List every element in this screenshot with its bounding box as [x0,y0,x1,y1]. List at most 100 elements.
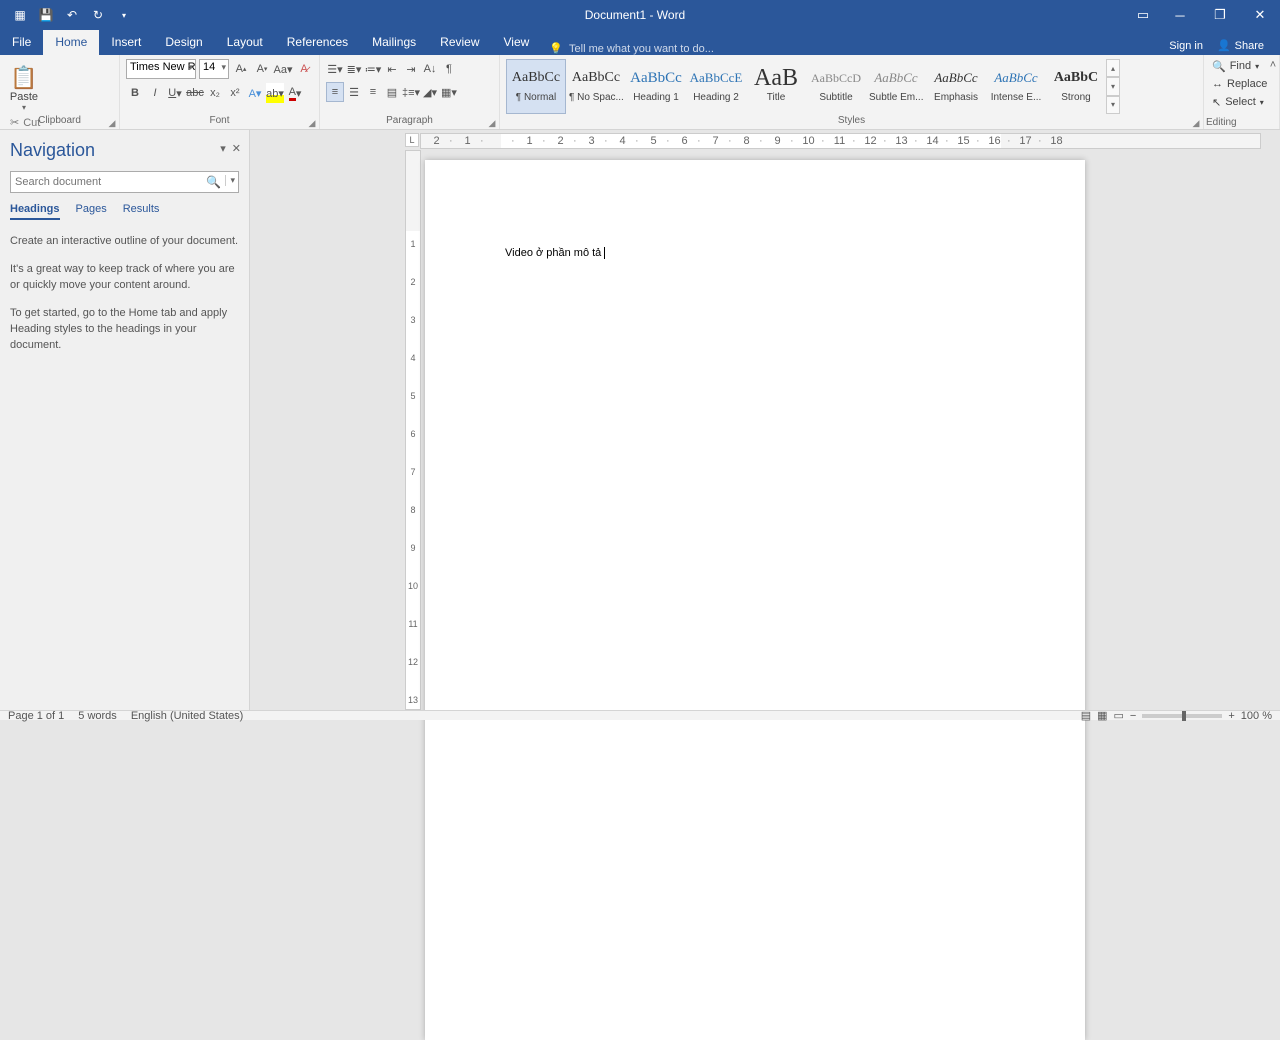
style-emphasis[interactable]: AaBbCcEmphasis [926,59,986,114]
justify-button[interactable]: ▤ [383,82,401,102]
highlight-button[interactable]: ab▾ [266,83,284,103]
font-name-combo[interactable]: Times New Ro [126,59,196,79]
italic-button[interactable]: I [146,83,164,103]
clipboard-launcher[interactable]: ◢ [107,118,117,128]
style---no-spac---[interactable]: AaBbCc¶ No Spac... [566,59,626,114]
paragraph-launcher[interactable]: ◢ [487,118,497,128]
zoom-slider[interactable] [1142,714,1222,718]
tab-review[interactable]: Review [428,30,491,55]
tab-file[interactable]: File [0,30,43,55]
style-gallery[interactable]: AaBbCc¶ NormalAaBbCc¶ No Spac...AaBbCcHe… [506,59,1197,114]
paste-button[interactable]: Paste [6,91,42,103]
nav-search-dropdown[interactable]: ▾ [225,175,235,186]
show-marks-button[interactable]: ¶ [440,59,458,79]
replace-icon: ↔ [1212,78,1223,90]
tab-references[interactable]: References [275,30,360,55]
nav-search-input[interactable] [10,171,239,193]
nav-tab-results[interactable]: Results [123,203,160,220]
share-button[interactable]: 👤Share [1211,36,1270,55]
collapse-ribbon-button[interactable]: ˄ [1266,55,1280,130]
text-effects-button[interactable]: A▾ [246,83,264,103]
bold-button[interactable]: B [126,83,144,103]
line-spacing-button[interactable]: ‡≡▾ [402,82,420,102]
share-icon: 👤 [1217,39,1231,52]
style-subtitle[interactable]: AaBbCcDSubtitle [806,59,866,114]
find-button[interactable]: 🔍Find ▾ [1210,57,1273,75]
multilevel-button[interactable]: ≔▾ [364,59,382,79]
cursor-icon: ↖ [1212,96,1221,109]
group-clipboard: 📋 Paste ▾ ✂Cut ⎘Copy 🖌Format Painter Cli… [0,55,120,129]
subscript-button[interactable]: x₂ [206,83,224,103]
document-page[interactable]: Video ở phần mô tả [425,160,1085,1040]
change-case-button[interactable]: Aa▾ [274,59,292,79]
undo-icon[interactable]: ↶ [62,5,82,25]
tab-design[interactable]: Design [153,30,214,55]
tab-selector[interactable]: L [405,133,419,147]
increase-indent-button[interactable]: ⇥ [402,59,420,79]
align-center-button[interactable]: ☰ [345,82,363,102]
nav-menu-button[interactable]: ▾ [220,142,226,155]
select-button[interactable]: ↖Select ▾ [1210,93,1273,111]
borders-button[interactable]: ▦▾ [440,82,458,102]
sort-button[interactable]: A↓ [421,59,439,79]
ribbon-display-icon[interactable]: ▭ [1126,0,1160,30]
style-intense-e---[interactable]: AaBbCcIntense E... [986,59,1046,114]
qat-customize[interactable]: ▾ [114,5,134,25]
style-heading-1[interactable]: AaBbCcHeading 1 [626,59,686,114]
underline-button[interactable]: U▾ [166,83,184,103]
style-heading-2[interactable]: AaBbCcEHeading 2 [686,59,746,114]
superscript-button[interactable]: x² [226,83,244,103]
view-read-mode[interactable]: ▤ [1081,709,1091,722]
document-text: Video ở phần mô tả [505,247,601,259]
nav-tab-headings[interactable]: Headings [10,203,60,220]
font-launcher[interactable]: ◢ [307,118,317,128]
paste-icon[interactable]: 📋 [6,65,42,91]
view-web-layout[interactable]: ▭ [1114,709,1124,722]
font-color-button[interactable]: A▾ [286,83,304,103]
styles-launcher[interactable]: ◢ [1191,118,1201,128]
style---normal[interactable]: AaBbCc¶ Normal [506,59,566,114]
nav-close-button[interactable]: ✕ [232,142,241,155]
grow-font-button[interactable]: A▴ [232,59,250,79]
search-icon[interactable]: 🔍 [206,175,221,189]
word-icon: ▦ [10,5,30,25]
close-button[interactable]: ✕ [1240,0,1280,30]
tab-mailings[interactable]: Mailings [360,30,428,55]
style-subtle-em---[interactable]: AaBbCcSubtle Em... [866,59,926,114]
shading-button[interactable]: ◢▾ [421,82,439,102]
vertical-ruler[interactable]: 1234567891011121314 [405,150,421,710]
sign-in-link[interactable]: Sign in [1169,40,1203,52]
align-left-button[interactable]: ≡ [326,82,344,102]
styles-more[interactable]: ▾ [1106,96,1120,114]
strikethrough-button[interactable]: abc [186,83,204,103]
align-right-button[interactable]: ≡ [364,82,382,102]
nav-hint-2: It's a great way to keep track of where … [10,262,239,294]
replace-button[interactable]: ↔Replace [1210,75,1273,93]
decrease-indent-button[interactable]: ⇤ [383,59,401,79]
tab-layout[interactable]: Layout [215,30,275,55]
tell-me-search[interactable]: 💡Tell me what you want to do... [541,42,1169,55]
numbering-button[interactable]: ≣▾ [345,59,363,79]
tab-view[interactable]: View [492,30,542,55]
styles-up[interactable]: ▴ [1106,59,1120,77]
search-icon: 🔍 [1212,60,1226,73]
save-icon[interactable]: 💾 [36,5,56,25]
ribbon: 📋 Paste ▾ ✂Cut ⎘Copy 🖌Format Painter Cli… [0,55,1280,130]
tab-insert[interactable]: Insert [99,30,153,55]
window-title: Document1 - Word [144,8,1126,22]
minimize-button[interactable]: ─ [1160,0,1200,30]
font-size-combo[interactable]: 14 [199,59,229,79]
bullets-button[interactable]: ☰▾ [326,59,344,79]
styles-down[interactable]: ▾ [1106,77,1120,95]
shrink-font-button[interactable]: A▾ [253,59,271,79]
tab-home[interactable]: Home [43,30,99,55]
nav-tab-pages[interactable]: Pages [76,203,107,220]
horizontal-ruler[interactable]: 21123456789101112131415161718 [420,133,1261,149]
view-print-layout[interactable]: ▦ [1097,709,1107,722]
maximize-button[interactable]: ❐ [1200,0,1240,30]
clear-formatting-button[interactable]: A̷ [295,59,313,79]
style-title[interactable]: AaBTitle [746,59,806,114]
redo-icon[interactable]: ↻ [88,5,108,25]
style-strong[interactable]: AaBbCStrong [1046,59,1106,114]
window-controls: ▭ ─ ❐ ✕ [1126,0,1280,30]
